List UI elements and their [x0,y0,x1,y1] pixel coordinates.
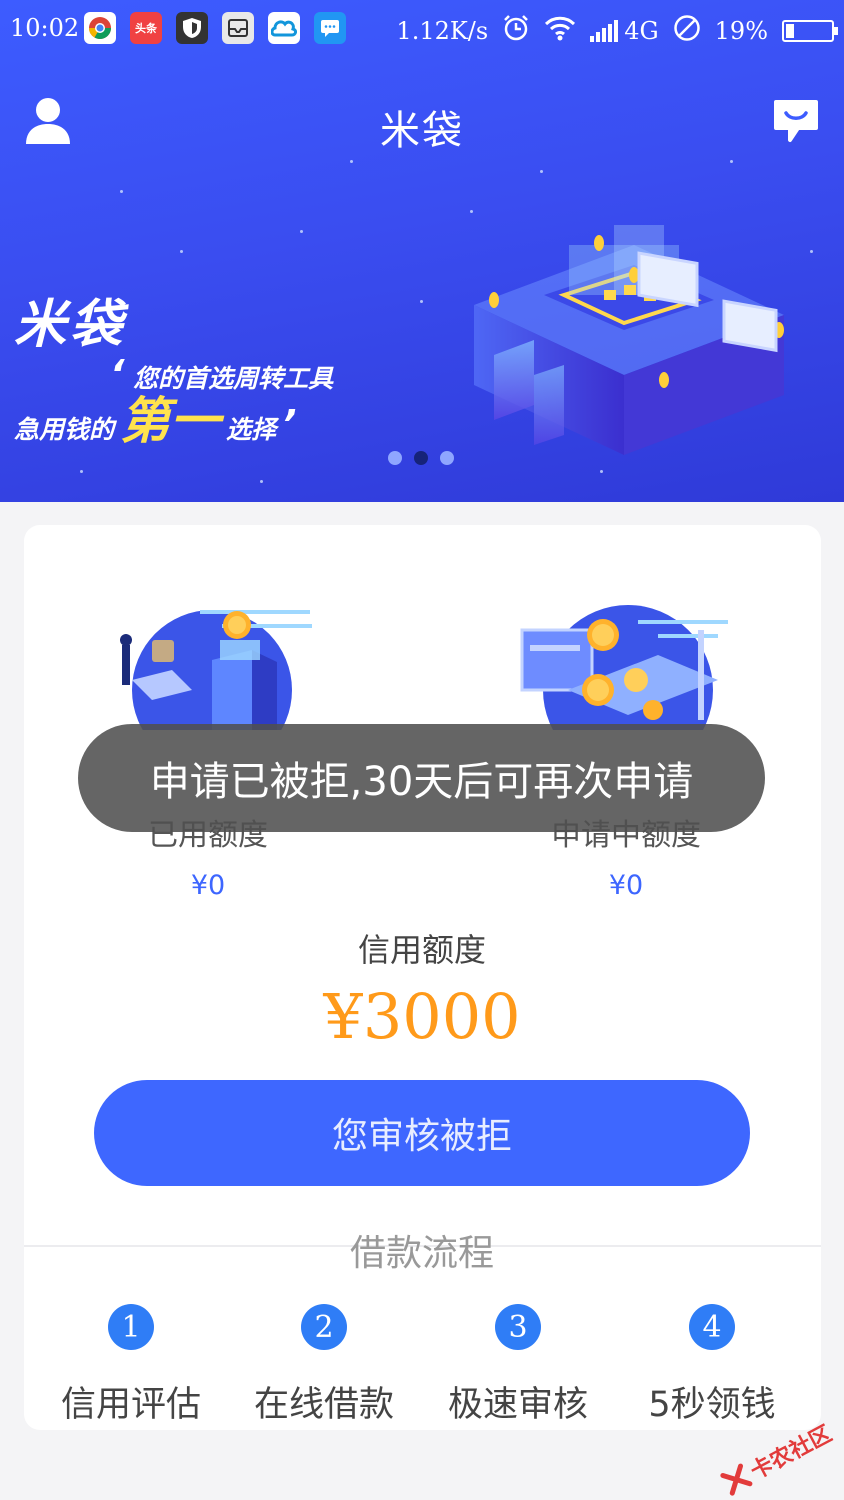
banner-line-2-highlight: 第一 [120,392,221,450]
status-bar: 10:02 头条 1.12K/s 4G 19% [0,0,844,60]
toutiao-icon: 头条 [130,12,162,44]
cloud-icon [268,12,300,44]
step-number: 3 [495,1304,541,1350]
pending-quota-illustration [520,605,728,730]
step-label: 5秒领钱 [648,1385,776,1425]
signal-icon [590,20,619,42]
status-time: 10:02 [10,14,80,42]
notification-icons: 头条 [84,12,346,44]
process-step: 1 信用评估 [36,1304,226,1427]
chat-icon[interactable] [772,98,820,144]
shield-icon [176,12,208,44]
page-dot[interactable] [388,451,402,465]
page-dot[interactable] [440,451,454,465]
battery-icon [782,20,838,42]
message-icon [314,12,346,44]
banner-line-1: 您的首选周转工具 [133,364,334,393]
page-title: 米袋 [380,108,464,154]
step-label: 信用评估 [60,1385,201,1425]
banner-pagination[interactable] [388,451,454,465]
banner-city-illustration [474,225,784,455]
credit-limit-label: 信用额度 [357,931,486,969]
banner-brand: 米袋 [14,295,127,355]
battery-percent: 19% [714,17,768,45]
quote-open: ‘ [110,352,125,396]
dnd-icon [673,14,701,48]
net-speed: 1.12K/s [396,17,489,45]
review-status-button[interactable]: 您审核被拒 [94,1080,750,1186]
step-label: 在线借款 [253,1385,394,1425]
alarm-icon [502,14,530,48]
banner-slogan-1: ‘ 您的首选周转工具 [110,352,333,396]
inbox-icon [222,12,254,44]
rejection-toast: 申请已被拒,30天后可再次申请 [78,724,765,832]
step-number: 1 [108,1304,154,1350]
banner-line-2-post: 选择 [226,415,277,444]
banner-slogan-2: 急用钱的 第一 选择 ’ [14,396,296,446]
chrome-icon [84,12,116,44]
status-right: 1.12K/s 4G 19% [396,14,838,48]
page-dot-active[interactable] [414,451,428,465]
used-quota-illustration [120,610,312,730]
banner-line-2-pre: 急用钱的 [14,415,115,444]
loan-process-title: 借款流程 [349,1233,494,1274]
quote-close: ’ [282,402,297,446]
process-step: 4 5秒领钱 [617,1304,807,1427]
used-quota-value: ¥0 [190,870,226,901]
process-step: 3 极速审核 [423,1304,613,1427]
network-type: 4G [624,17,659,45]
pending-quota-value: ¥0 [608,870,644,901]
step-number: 4 [689,1304,735,1350]
step-label: 极速审核 [447,1385,588,1425]
wifi-icon [544,15,576,47]
step-number: 2 [301,1304,347,1350]
credit-limit-value: ¥3000 [323,980,521,1053]
banner[interactable]: 10:02 头条 1.12K/s 4G 19% 米袋 米袋 ‘ 您的首选周转工具… [0,0,844,502]
process-step: 2 在线借款 [229,1304,419,1427]
